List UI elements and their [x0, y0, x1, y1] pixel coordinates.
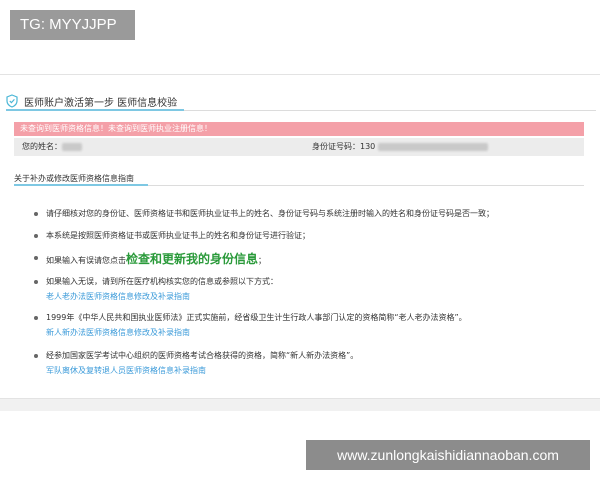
- name-field: 您的姓名：: [22, 138, 82, 156]
- error-alert: 未查询到医师资格信息！未查询到医师执业注册信息！: [14, 122, 584, 136]
- list-item-text: 如果输入无误，请到所在医疗机构核实您的信息或参照以下方式：: [46, 277, 278, 286]
- bullet-icon: [34, 256, 38, 260]
- list-item: 请仔细核对您的身份证、医师资格证书和医师执业证书上的姓名、身份证号码与系统注册时…: [34, 208, 494, 219]
- guide-title: 关于补办或修改医师资格信息指南: [14, 174, 134, 183]
- list-item-text: 1999年《中华人民共和国执业医师法》正式实施前，经省级卫生计生行政人事部门认定…: [46, 313, 467, 322]
- old-method-guide-link[interactable]: 老人老办法医师资格信息修改及补录指南: [46, 291, 278, 302]
- name-redacted: [62, 142, 82, 151]
- name-label: 您的姓名：: [22, 142, 62, 151]
- list-item-text: 如果输入有误请您点击: [46, 256, 126, 265]
- bullet-icon: [34, 234, 38, 238]
- id-field: 身份证号码：130: [312, 138, 488, 156]
- list-item-text: ；: [258, 256, 267, 265]
- id-prefix: 130: [360, 142, 376, 151]
- bullet-icon: [34, 212, 38, 216]
- update-identity-link[interactable]: 检查和更新我的身份信息: [126, 252, 258, 266]
- id-label: 身份证号码：: [312, 142, 360, 151]
- list-item: 如果输入有误请您点击检查和更新我的身份信息；: [34, 250, 266, 267]
- list-item: 1999年《中华人民共和国执业医师法》正式实施前，经省级卫生计生行政人事部门认定…: [34, 312, 467, 338]
- list-item: 本系统是按照医师资格证书或医师执业证书上的姓名和身份证号进行验证；: [34, 230, 310, 241]
- list-item-text: 经参加国家医学考试中心组织的医师资格考试合格获得的资格，简称“新人新办法资格”。: [46, 351, 359, 360]
- list-item: 经参加国家医学考试中心组织的医师资格考试合格获得的资格，简称“新人新办法资格”。…: [34, 350, 358, 376]
- new-method-guide-link[interactable]: 新人新办法医师资格信息修改及补录指南: [46, 327, 467, 338]
- list-item-text: 本系统是按照医师资格证书或医师执业证书上的姓名和身份证号进行验证；: [46, 231, 310, 240]
- user-info-row: 您的姓名： 身份证号码：130: [14, 138, 584, 156]
- page-title: 医师账户激活第一步 医师信息校验: [24, 97, 178, 109]
- id-redacted: [377, 142, 488, 151]
- page-heading: 医师账户激活第一步 医师信息校验: [6, 92, 177, 110]
- guide-accent-underline: [14, 184, 148, 186]
- bullet-icon: [34, 354, 38, 358]
- military-guide-link[interactable]: 军队离休及复转退人员医师资格信息补录指南: [46, 365, 358, 376]
- list-item-text: 请仔细核对您的身份证、医师资格证书和医师执业证书上的姓名、身份证号码与系统注册时…: [46, 209, 494, 218]
- bullet-icon: [34, 316, 38, 320]
- heading-accent-underline: [6, 109, 184, 111]
- site-watermark: www.zunlongkaishidiannaoban.com: [306, 440, 590, 470]
- source-tag: TG: MYYJJPP: [10, 10, 135, 40]
- bottom-divider: [0, 398, 600, 411]
- list-item: 如果输入无误，请到所在医疗机构核实您的信息或参照以下方式： 老人老办法医师资格信…: [34, 276, 278, 302]
- shield-icon: [6, 94, 18, 108]
- top-divider: [0, 74, 600, 75]
- bullet-icon: [34, 280, 38, 284]
